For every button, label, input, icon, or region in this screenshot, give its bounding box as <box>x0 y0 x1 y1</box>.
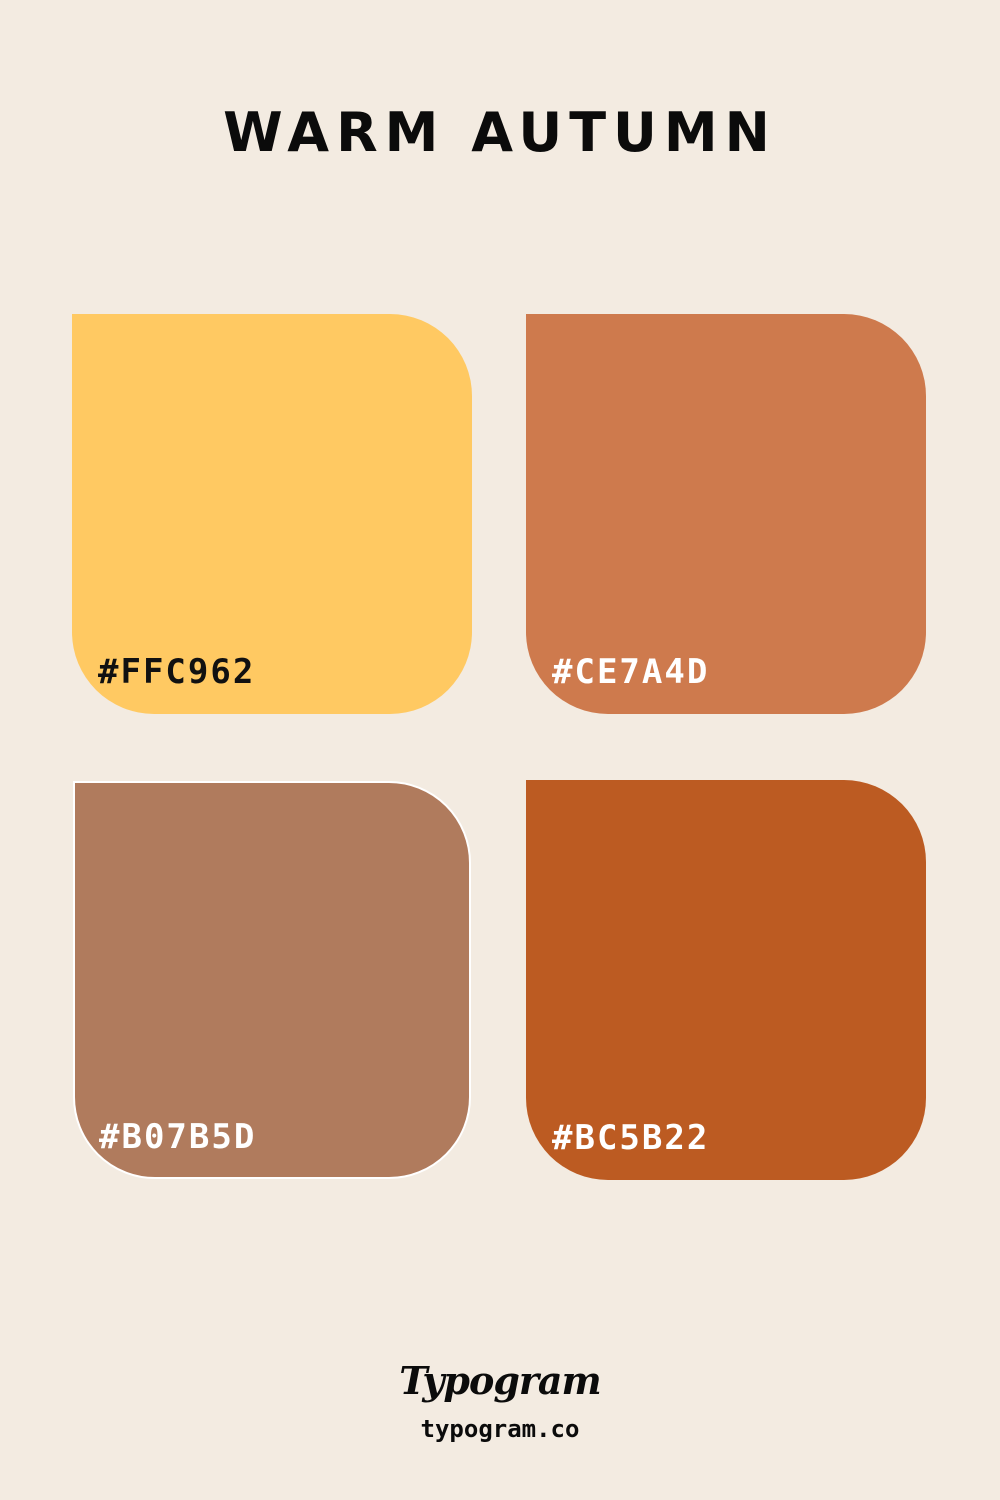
brand-logo: Typogram <box>399 1358 602 1403</box>
color-swatch-2: #CE7A4D <box>526 314 926 714</box>
palette-title: WARM AUTUMN <box>223 101 777 164</box>
swatch-hex-label: #FFC962 <box>98 652 256 692</box>
color-swatch-3: #B07B5D <box>73 781 471 1179</box>
swatch-hex-label: #BC5B22 <box>552 1118 710 1158</box>
swatch-hex-label: #B07B5D <box>99 1117 257 1157</box>
color-swatch-4: #BC5B22 <box>526 780 926 1180</box>
color-swatch-1: #FFC962 <box>72 314 472 714</box>
website-link[interactable]: typogram.co <box>0 1412 1000 1446</box>
swatch-hex-label: #CE7A4D <box>552 652 710 692</box>
